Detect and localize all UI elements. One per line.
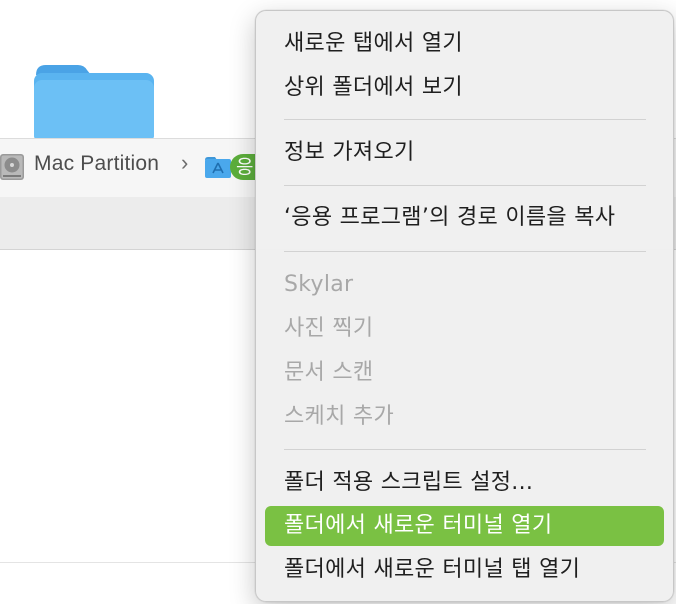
menu-item-folder-actions-setup[interactable]: 폴더 적용 스크립트 설정... xyxy=(265,463,664,503)
path-disk-label[interactable]: Mac Partition xyxy=(34,152,159,176)
menu-item-take-photo: 사진 찍기 xyxy=(284,316,374,341)
menu-separator xyxy=(284,185,646,186)
menu-item-scan-documents: 문서 스캔 xyxy=(284,360,374,385)
menu-item-copy-pathname[interactable]: ‘응용 프로그램’의 경로 이름을 복사 xyxy=(265,198,664,238)
menu-item-new-terminal-at-folder[interactable]: 폴더에서 새로운 터미널 열기 xyxy=(265,506,664,546)
applications-folder-icon[interactable] xyxy=(205,156,231,178)
menu-item-get-info[interactable]: 정보 가져오기 xyxy=(265,133,664,173)
context-menu: 새로운 탭에서 열기 상위 폴더에서 보기 정보 가져오기 ‘응용 프로그램’의… xyxy=(255,10,674,602)
disk-icon[interactable] xyxy=(0,153,26,181)
path-chevron-icon: › xyxy=(181,150,189,175)
menu-item-device-name: Skylar xyxy=(284,272,354,297)
menu-separator xyxy=(284,119,646,120)
menu-item-new-terminal-tab-at-folder[interactable]: 폴더에서 새로운 터미널 탭 열기 xyxy=(265,550,664,590)
menu-item-show-enclosing-folder[interactable]: 상위 폴더에서 보기 xyxy=(265,68,664,108)
menu-item-add-sketch: 스케치 추가 xyxy=(284,404,394,429)
menu-separator xyxy=(284,449,646,450)
folder-icon[interactable] xyxy=(34,63,154,143)
menu-item-open-new-tab[interactable]: 새로운 탭에서 열기 xyxy=(265,24,664,64)
menu-separator xyxy=(284,251,646,252)
